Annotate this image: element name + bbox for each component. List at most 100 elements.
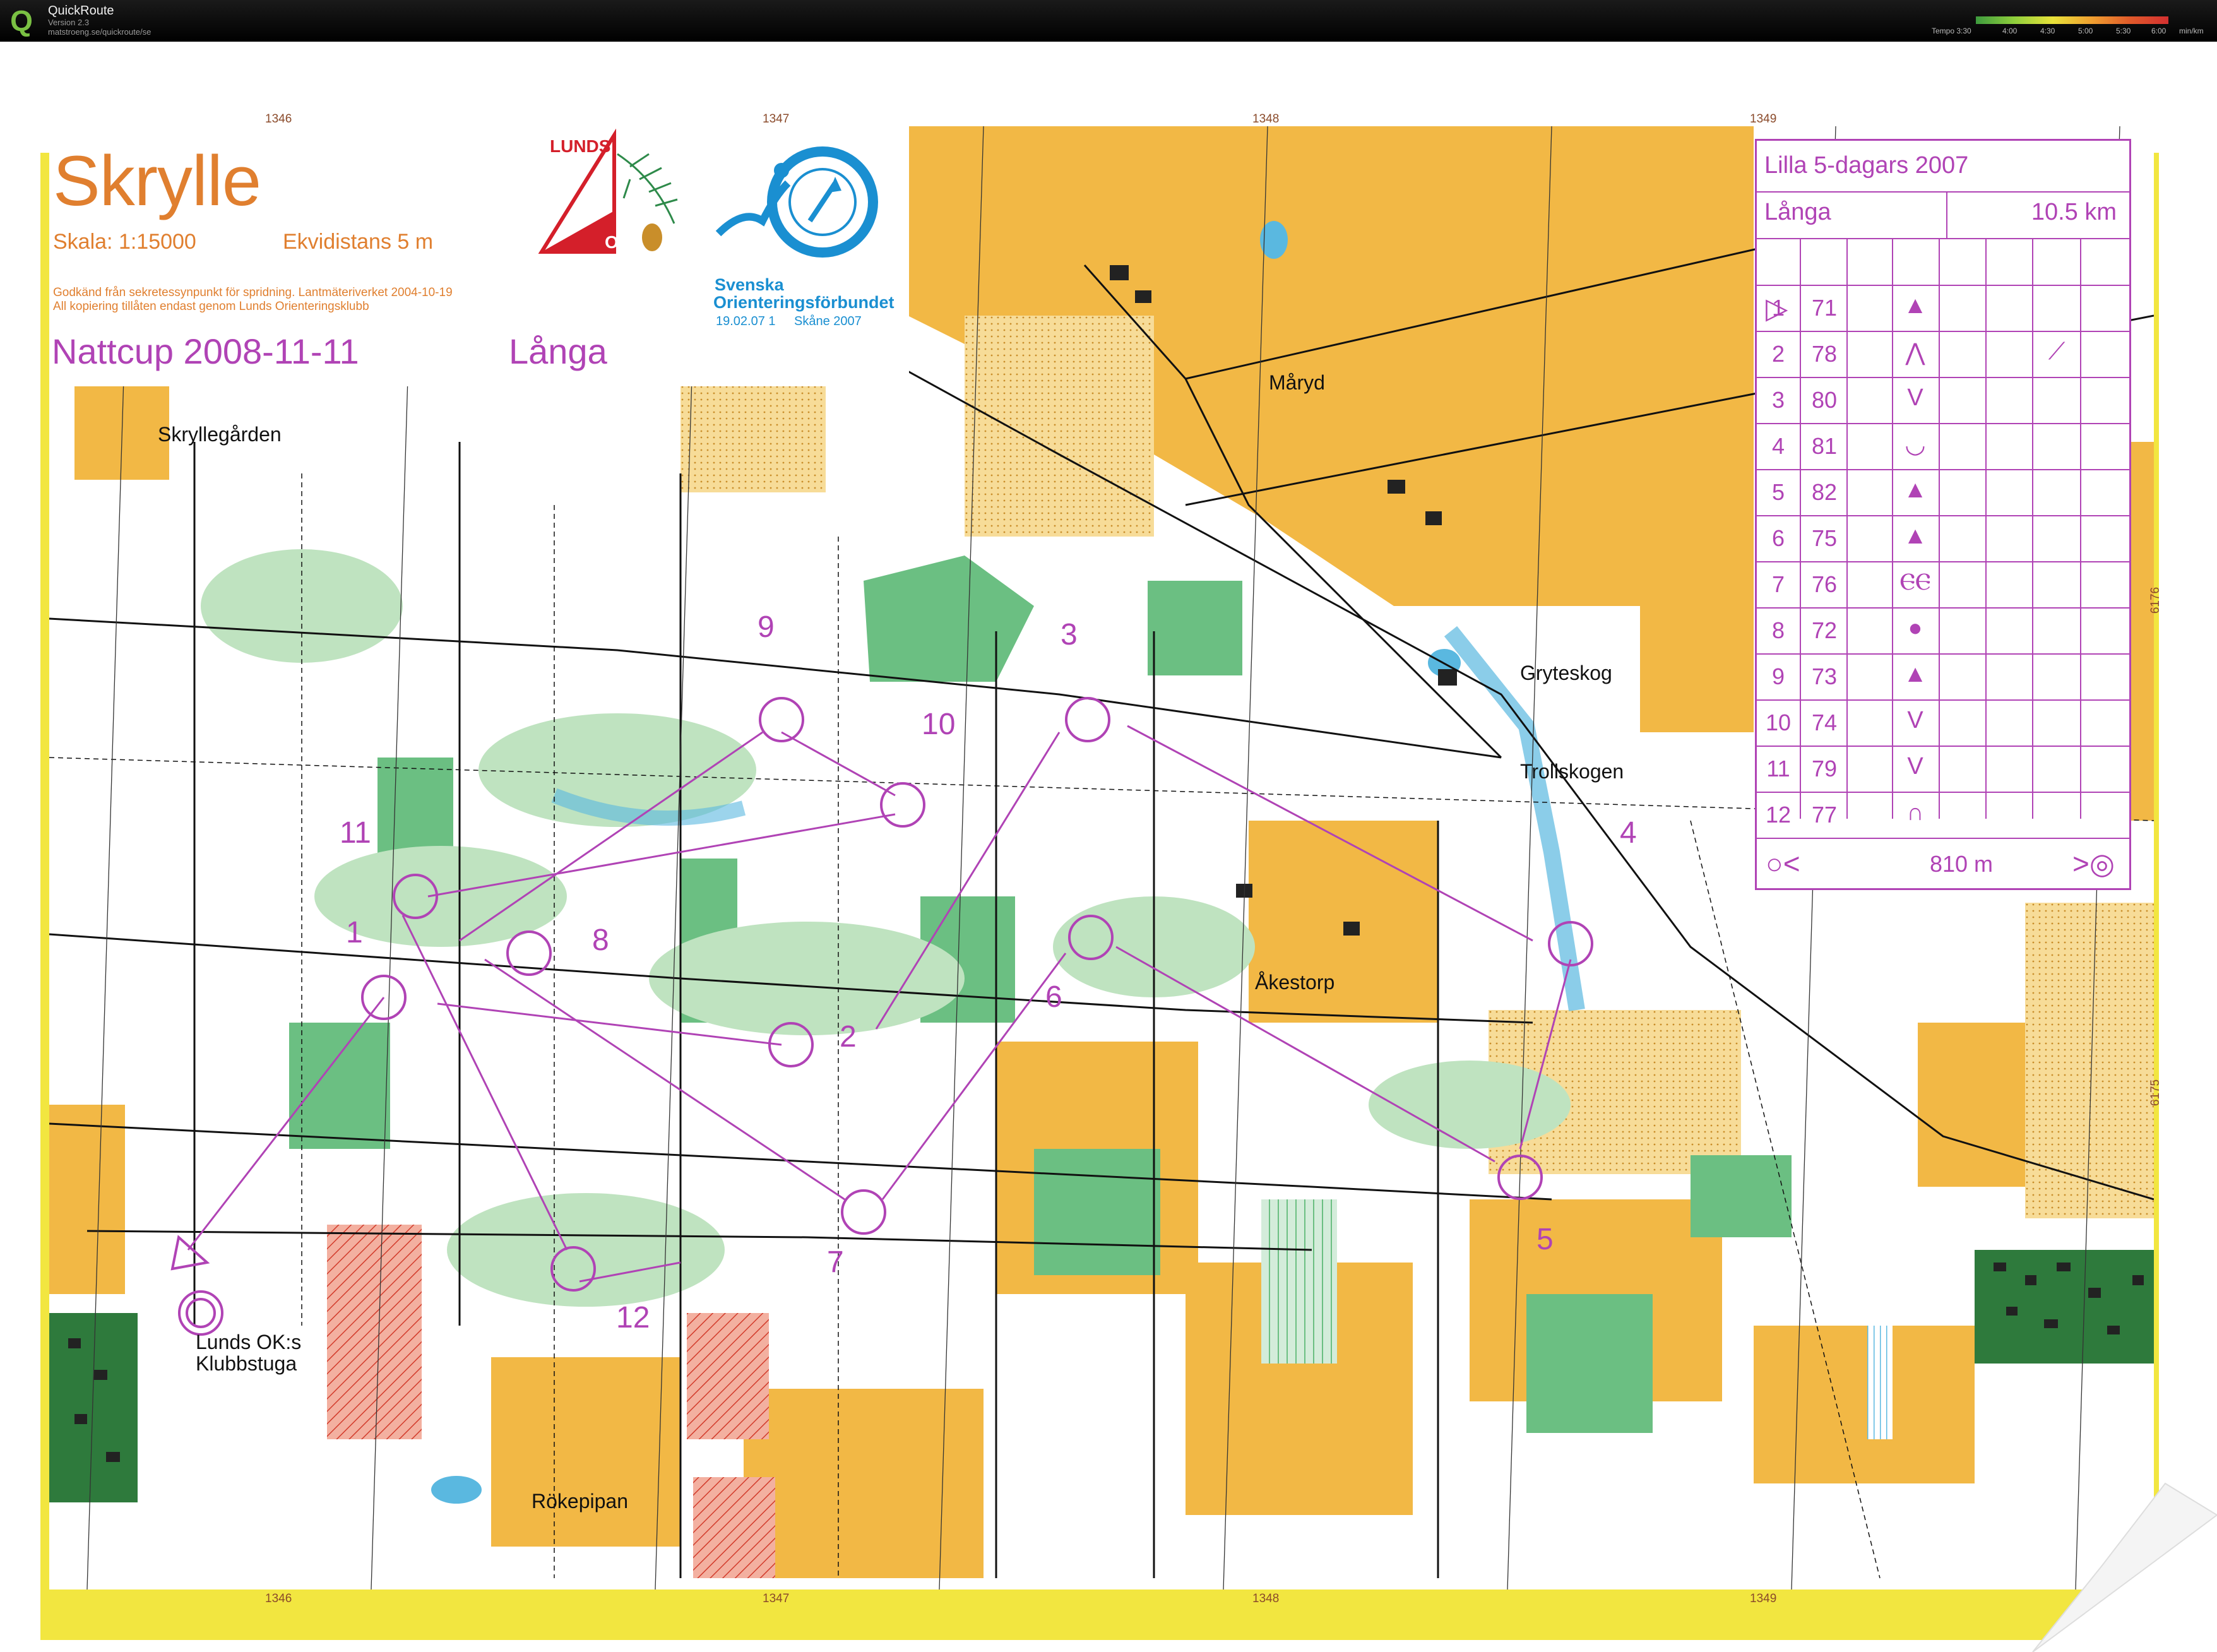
- map-approval-line: Godkänd från sekretessynpunkt för spridn…: [53, 286, 453, 299]
- control-number: 1: [346, 916, 363, 949]
- control-seq: 10: [1765, 710, 1792, 735]
- divider: [1757, 191, 2129, 193]
- grid-label-top: 1346: [265, 112, 292, 126]
- feature-symbol-icon: ⋀: [1905, 340, 1925, 366]
- feature-symbol-icon: V: [1907, 707, 1923, 734]
- page-curl: [2032, 1482, 2217, 1652]
- feature-symbol-icon: ●: [1908, 615, 1923, 641]
- grid-label-bottom: 1347: [763, 1592, 790, 1605]
- feature-symbol-icon: ▲: [1903, 477, 1927, 503]
- control-description-sheet: Lilla 5-dagars 2007 Långa 10.5 km ▷ 1 71…: [1755, 139, 2131, 890]
- place-label: Måryd: [1269, 371, 1325, 394]
- tempo-label: Tempo 3:30: [1932, 27, 1971, 35]
- place-label: Lunds OK:s: [196, 1331, 302, 1353]
- map-contour-interval: Ekvidistans 5 m: [283, 230, 434, 254]
- location-symbol-icon: ⟋: [2048, 338, 2065, 365]
- app-url: matstroeng.se/quickroute/se: [48, 27, 152, 37]
- place-label: Trollskogen: [1520, 760, 1624, 783]
- description-course: Långa: [1764, 199, 1831, 225]
- place-label: Gryteskog: [1520, 662, 1612, 684]
- grid-label-right: 6175: [2149, 1079, 2163, 1107]
- feature-symbol-icon: ▲: [1903, 523, 1927, 549]
- federation-date: 19.02.07 1: [716, 314, 776, 328]
- tempo-tick: 4:00: [2002, 27, 2018, 35]
- app-version: Version 2.3: [48, 18, 90, 27]
- federation-region: Skåne 2007: [794, 314, 862, 328]
- quickroute-logo-icon: Q: [10, 4, 33, 37]
- control-number: 10: [922, 708, 956, 741]
- control-number: 2: [840, 1020, 857, 1054]
- federation-name-line1: Svenska: [715, 275, 784, 294]
- control-code: 76: [1811, 571, 1838, 597]
- control-seq: 2: [1771, 341, 1785, 367]
- divider: [1946, 191, 1947, 238]
- map-scale: Skala: 1:15000: [53, 230, 196, 254]
- control-seq: 4: [1771, 433, 1785, 459]
- description-row: 1 71 ▲: [1757, 285, 2129, 331]
- control-code: 74: [1811, 710, 1838, 735]
- description-row: 3 80 V: [1757, 377, 2129, 423]
- control-seq: 11: [1766, 756, 1790, 781]
- control-seq: 5: [1771, 479, 1785, 505]
- finish-distance: 810 m: [1929, 851, 1994, 877]
- club-logo-text: LUNDS: [550, 136, 611, 156]
- tempo-tick: 4:30: [2040, 27, 2055, 35]
- control-number: 9: [758, 610, 775, 644]
- feature-symbol-icon: V: [1907, 753, 1923, 780]
- control-code: 71: [1811, 295, 1838, 321]
- control-seq: 9: [1771, 663, 1785, 689]
- control-code: 77: [1811, 802, 1838, 828]
- divider: [1757, 838, 2129, 839]
- description-row: 7 76 ⲈⲈ: [1757, 561, 2129, 607]
- description-row: 11 79 V: [1757, 746, 2129, 792]
- control-code: 82: [1811, 479, 1838, 505]
- control-seq: 6: [1771, 525, 1785, 551]
- course-name: Långa: [509, 331, 607, 371]
- control-seq: 3: [1771, 387, 1785, 413]
- description-row: 5 82 ▲: [1757, 469, 2129, 515]
- control-code: 80: [1811, 387, 1838, 413]
- map-title: Skrylle: [53, 141, 261, 220]
- tempo-tick: 5:30: [2116, 27, 2131, 35]
- grid-label-right: 6176: [2149, 586, 2163, 614]
- description-row: 9 73 ▲: [1757, 653, 2129, 699]
- place-label: Skryllegården: [158, 423, 282, 446]
- event-title: Nattcup 2008-11-11: [52, 331, 359, 371]
- control-code: 78: [1811, 341, 1838, 367]
- feature-symbol-icon: ⲈⲈ: [1899, 569, 1931, 595]
- feature-symbol-icon: ∩: [1906, 799, 1924, 826]
- control-number: 7: [827, 1245, 844, 1279]
- tempo-legend: Tempo 3:30 4:00 4:30 5:00 5:30 6:00 min/…: [1932, 13, 2209, 38]
- control-code: 73: [1811, 663, 1838, 689]
- description-row: 12 77 ∩: [1757, 792, 2129, 838]
- description-row: 2 78 ⋀ ⟋: [1757, 331, 2129, 377]
- description-row: 8 72 ●: [1757, 607, 2129, 653]
- club-logo-ok: OK: [605, 232, 631, 252]
- description-row: 6 75 ▲: [1757, 515, 2129, 561]
- control-code: 81: [1811, 433, 1838, 459]
- control-seq: 12: [1765, 802, 1792, 828]
- grid-label-bottom: 1346: [265, 1592, 292, 1605]
- control-seq: 1: [1771, 295, 1785, 321]
- description-event: Lilla 5-dagars 2007: [1764, 152, 1969, 179]
- grid-label-top: 1347: [763, 112, 790, 126]
- feature-symbol-icon: ▲: [1903, 292, 1927, 319]
- control-number: 4: [1620, 816, 1637, 850]
- tempo-unit: min/km: [2179, 27, 2204, 35]
- control-code: 79: [1811, 756, 1838, 781]
- control-number: 12: [616, 1301, 650, 1334]
- description-row: 4 81 ◡: [1757, 423, 2129, 469]
- title-bar: Q QuickRoute Version 2.3 matstroeng.se/q…: [0, 0, 2217, 42]
- control-number: 5: [1536, 1223, 1554, 1256]
- grid-label-bottom: 1348: [1252, 1592, 1280, 1605]
- control-code: 75: [1811, 525, 1838, 551]
- tempo-color-bar: [1976, 16, 2168, 24]
- control-number: 8: [592, 924, 609, 957]
- map-copyright-line: All kopiering tillåten endast genom Lund…: [53, 300, 369, 313]
- control-code: 72: [1811, 617, 1838, 643]
- control-seq: 8: [1771, 617, 1785, 643]
- description-row: 10 74 V: [1757, 699, 2129, 746]
- feature-symbol-icon: ▲: [1903, 661, 1927, 687]
- tempo-tick: 5:00: [2078, 27, 2093, 35]
- grid-label-top: 1349: [1750, 112, 1777, 126]
